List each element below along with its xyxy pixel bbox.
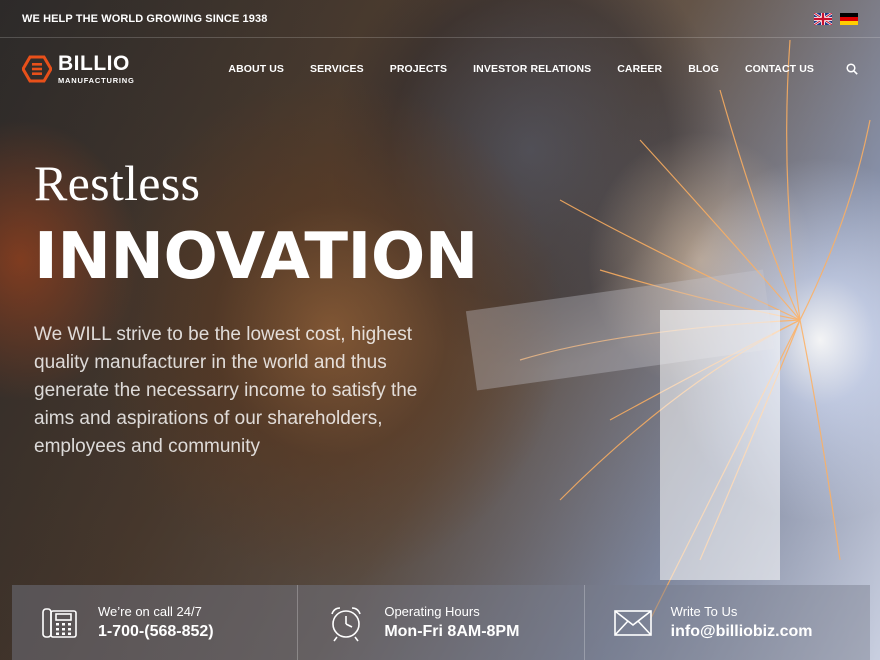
germany-flag-icon[interactable] (840, 12, 858, 25)
nav-career[interactable]: CAREER (617, 63, 662, 75)
nav-investor-relations[interactable]: INVESTOR RELATIONS (473, 63, 591, 75)
contact-email-value: info@billiobiz.com (670, 623, 813, 640)
nav-projects[interactable]: PROJECTS (390, 63, 447, 75)
tagline: WE HELP THE WORLD GROWING SINCE 1938 (22, 12, 268, 25)
contact-hours-value: Mon-Fri 8AM-8PM (384, 623, 520, 640)
hero-description: We WILL strive to be the lowest cost, hi… (34, 324, 418, 457)
nav-about-us[interactable]: ABOUT US (228, 63, 284, 75)
contact-phone-value: 1-700-(568-852) (98, 623, 214, 640)
contact-phone-label: We’re on call 24/7 (98, 604, 202, 619)
hero-content: Restless INNOVATION We WILL strive to be… (34, 155, 478, 461)
contact-strip: We’re on call 24/7 1-700-(568-852) Opera… (12, 585, 870, 660)
contact-phone[interactable]: We’re on call 24/7 1-700-(568-852) (12, 585, 299, 660)
main-nav: ABOUT US SERVICES PROJECTS INVESTOR RELA… (228, 63, 858, 75)
contact-hours: Operating Hours Mon-Fri 8AM-8PM (298, 585, 585, 660)
logo[interactable]: BILLIO MANUFACTURING (22, 53, 135, 85)
nav-services[interactable]: SERVICES (310, 63, 364, 75)
uk-flag-icon[interactable] (814, 12, 832, 25)
top-bar: WE HELP THE WORLD GROWING SINCE 1938 (0, 0, 880, 38)
logo-name: BILLIO (58, 52, 130, 76)
logo-subtitle: MANUFACTURING (58, 76, 135, 86)
contact-hours-label: Operating Hours (384, 604, 480, 619)
hero-script-heading: Restless (34, 155, 201, 211)
envelope-icon (613, 609, 652, 636)
language-switcher (814, 12, 858, 25)
nav-contact-us[interactable]: CONTACT US (745, 63, 814, 75)
phone-icon (42, 607, 77, 638)
main-header: BILLIO MANUFACTURING ABOUT US SERVICES P… (0, 40, 880, 98)
billio-hexagon-logo-icon (22, 55, 52, 83)
search-icon[interactable] (846, 63, 858, 75)
alarm-clock-icon (331, 606, 362, 641)
contact-email[interactable]: Write To Us info@billiobiz.com (585, 585, 870, 660)
hero-title: INNOVATION (34, 220, 478, 294)
nav-blog[interactable]: BLOG (688, 63, 719, 75)
contact-email-label: Write To Us (670, 604, 738, 619)
